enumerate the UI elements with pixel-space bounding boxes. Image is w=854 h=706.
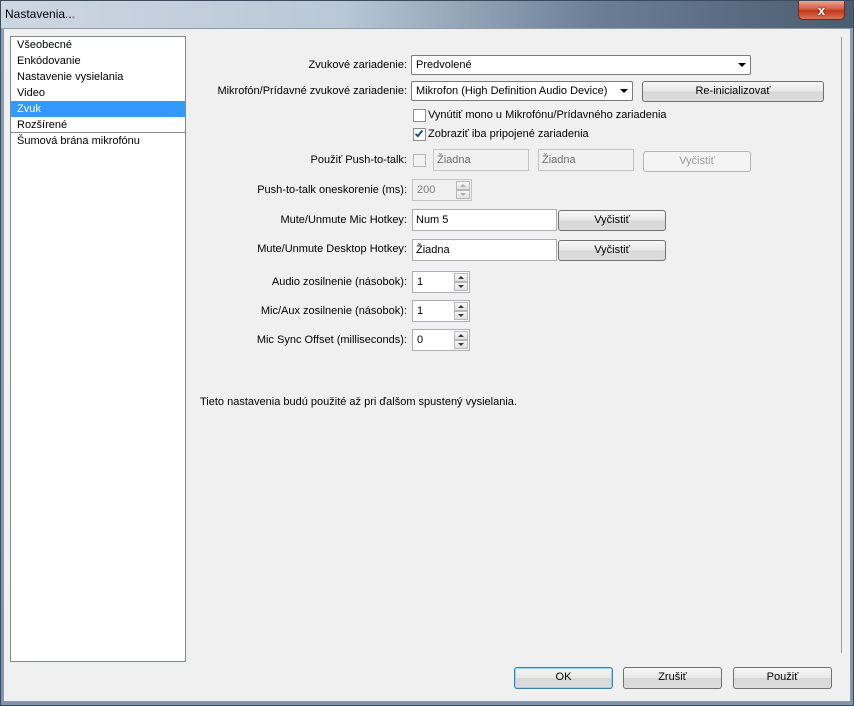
- mic-device-select[interactable]: Mikrofon (High Definition Audio Device): [411, 81, 633, 101]
- chevron-down-icon: [620, 89, 628, 93]
- desktop-hotkey-label: Mute/Unmute Desktop Hotkey:: [257, 243, 407, 255]
- mic-hotkey-label: Mute/Unmute Mic Hotkey:: [280, 214, 407, 226]
- ptt-delay-label: Push-to-talk oneskorenie (ms):: [257, 184, 407, 196]
- window-title: Nastavenia...: [5, 7, 76, 21]
- nav-item-video[interactable]: Video: [11, 85, 185, 101]
- show-connected-checkbox[interactable]: [413, 128, 426, 141]
- restart-note: Tieto nastavenia budú použité až pri ďal…: [200, 396, 517, 408]
- title-bar[interactable]: Nastavenia...: [1, 1, 853, 28]
- ok-button[interactable]: OK: [514, 667, 613, 689]
- audio-gain-spinner[interactable]: 1: [412, 271, 470, 293]
- desktop-hotkey-clear-button[interactable]: Vyčistiť: [558, 240, 666, 261]
- audio-gain-label: Audio zosilnenie (násobok):: [271, 276, 407, 288]
- mic-gain-value: 1: [417, 305, 424, 317]
- nav-item-audio[interactable]: Zvuk: [11, 101, 185, 117]
- ptt-clear-button[interactable]: Vyčistiť: [643, 151, 751, 172]
- dialog-client-area: Všeobecné Enkódovanie Nastavenie vysiela…: [3, 28, 851, 702]
- spin-up-icon[interactable]: [454, 302, 468, 311]
- mic-gain-label: Mic/Aux zosilnenie (násobok):: [260, 305, 407, 317]
- force-mono-label: Vynútiť mono u Mikrofónu/Prídavného zari…: [428, 109, 667, 121]
- chevron-down-icon: [738, 63, 746, 67]
- apply-button[interactable]: Použiť: [733, 667, 832, 689]
- audio-device-value: Predvolené: [416, 59, 472, 71]
- nav-item-broadcast-settings[interactable]: Nastavenie vysielania: [11, 69, 185, 85]
- spin-up-icon[interactable]: [454, 331, 468, 340]
- push-to-talk-checkbox[interactable]: [413, 154, 426, 167]
- sync-offset-value: 0: [417, 334, 424, 346]
- checkmark-icon: [414, 128, 424, 138]
- ptt-delay-spinner[interactable]: 200: [412, 179, 472, 201]
- spinner-buttons: [454, 273, 468, 291]
- audio-settings-panel: Zvukové zariadenie: Predvolené Mikrofón/…: [194, 37, 842, 653]
- ptt-delay-value: 200: [417, 184, 436, 196]
- mic-hotkey-input[interactable]: Num 5: [412, 209, 557, 231]
- close-icon: x: [817, 2, 826, 18]
- sync-offset-label: Mic Sync Offset (milliseconds):: [256, 334, 407, 346]
- nav-item-general[interactable]: Všeobecné: [11, 37, 185, 53]
- spin-down-icon[interactable]: [456, 190, 470, 199]
- mic-hotkey-clear-button[interactable]: Vyčistiť: [558, 210, 666, 231]
- desktop-hotkey-input[interactable]: Žiadna: [412, 239, 557, 261]
- spin-down-icon[interactable]: [454, 340, 468, 349]
- spinner-buttons: [456, 181, 470, 199]
- spinner-buttons: [454, 302, 468, 320]
- force-mono-checkbox[interactable]: [413, 109, 426, 122]
- nav-item-noise-gate[interactable]: Šumová brána mikrofónu: [11, 133, 185, 149]
- audio-gain-value: 1: [417, 276, 424, 288]
- show-connected-label: Zobraziť iba pripojené zariadenia: [428, 128, 589, 140]
- audio-device-label: Zvukové zariadenie:: [308, 59, 407, 71]
- nav-item-encoding[interactable]: Enkódovanie: [11, 53, 185, 69]
- spinner-buttons: [454, 331, 468, 349]
- close-button[interactable]: x: [798, 1, 845, 20]
- audio-device-select[interactable]: Predvolené: [411, 55, 751, 75]
- spin-down-icon[interactable]: [454, 311, 468, 320]
- reinitialize-button[interactable]: Re-inicializovať: [642, 81, 824, 102]
- mic-device-label: Mikrofón/Prídavné zvukové zariadenie:: [217, 85, 407, 97]
- settings-window: Nastavenia... x Všeobecné Enkódovanie Na…: [0, 0, 854, 706]
- ptt-hotkey-input-1[interactable]: Žiadna: [433, 149, 529, 171]
- push-to-talk-label: Použiť Push-to-talk:: [310, 154, 407, 166]
- spin-down-icon[interactable]: [454, 282, 468, 291]
- nav-item-advanced[interactable]: Rozšírené: [11, 117, 185, 133]
- spin-up-icon[interactable]: [456, 181, 470, 190]
- mic-gain-spinner[interactable]: 1: [412, 300, 470, 322]
- mic-device-value: Mikrofon (High Definition Audio Device): [416, 85, 608, 97]
- sync-offset-spinner[interactable]: 0: [412, 329, 470, 351]
- cancel-button[interactable]: Zrušiť: [623, 667, 722, 689]
- settings-category-list: Všeobecné Enkódovanie Nastavenie vysiela…: [10, 36, 186, 662]
- ptt-hotkey-input-2[interactable]: Žiadna: [538, 149, 634, 171]
- spin-up-icon[interactable]: [454, 273, 468, 282]
